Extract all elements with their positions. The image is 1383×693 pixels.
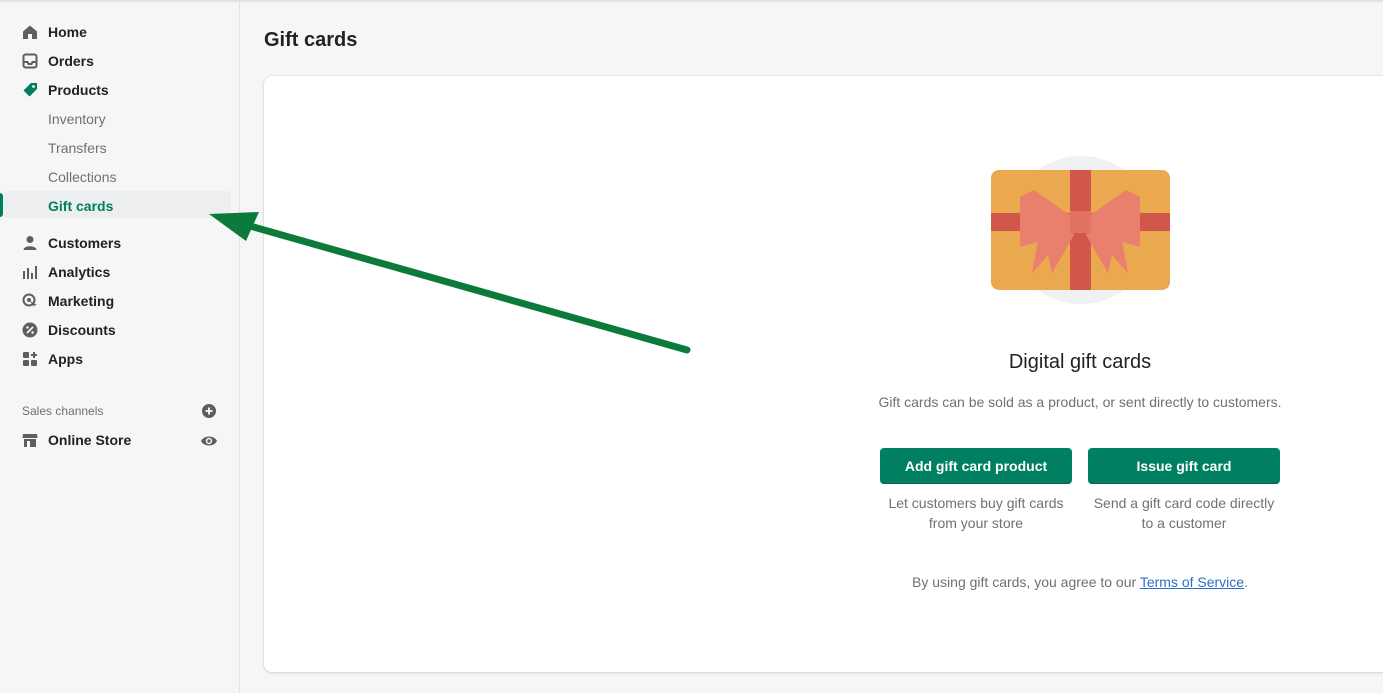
sidebar-item-orders[interactable]: Orders bbox=[0, 46, 239, 75]
sales-channels-title: Sales channels bbox=[22, 404, 104, 418]
discount-icon bbox=[22, 322, 38, 338]
add-sales-channel-icon[interactable] bbox=[201, 403, 217, 419]
sidebar-item-customers[interactable]: Customers bbox=[0, 228, 239, 257]
tag-icon bbox=[22, 82, 38, 98]
sidebar-item-label: Discounts bbox=[48, 321, 116, 338]
add-gift-card-product-help: Let customers buy gift cards from your s… bbox=[888, 495, 1064, 531]
sidebar-item-label: Orders bbox=[48, 52, 94, 69]
sidebar-item-label: Analytics bbox=[48, 263, 111, 280]
person-icon bbox=[22, 235, 38, 251]
target-icon bbox=[22, 293, 38, 309]
store-icon bbox=[22, 432, 38, 448]
terms-suffix: . bbox=[1244, 574, 1248, 590]
page-title: Gift cards bbox=[264, 29, 358, 51]
terms-notice: By using gift cards, you agree to our Te… bbox=[860, 574, 1300, 590]
sidebar-subitem-inventory[interactable]: Inventory bbox=[0, 104, 239, 133]
sidebar-item-apps[interactable]: Apps bbox=[0, 344, 239, 373]
sidebar-subitem-transfers[interactable]: Transfers bbox=[0, 133, 239, 162]
add-gift-card-product-button[interactable]: Add gift card product bbox=[880, 448, 1072, 484]
inbox-icon bbox=[22, 53, 38, 69]
sidebar-subitem-collections[interactable]: Collections bbox=[0, 162, 239, 191]
terms-prefix: By using gift cards, you agree to our bbox=[912, 574, 1140, 590]
empty-state-description: Gift cards can be sold as a product, or … bbox=[878, 394, 1282, 410]
sidebar-subitem-label: Collections bbox=[48, 168, 117, 185]
sidebar-item-home[interactable]: Home bbox=[0, 17, 239, 46]
sidebar-item-marketing[interactable]: Marketing bbox=[0, 286, 239, 315]
sidebar-item-label: Customers bbox=[48, 234, 122, 251]
sidebar-subitem-label: Transfers bbox=[48, 139, 107, 156]
apps-icon bbox=[22, 351, 38, 367]
sidebar-subitem-label: Gift cards bbox=[48, 197, 114, 214]
sidebar-item-label: Marketing bbox=[48, 292, 115, 309]
terms-of-service-link[interactable]: Terms of Service bbox=[1140, 574, 1244, 590]
sidebar-item-analytics[interactable]: Analytics bbox=[0, 257, 239, 286]
gift-card-illustration bbox=[991, 156, 1170, 304]
sidebar-item-discounts[interactable]: Discounts bbox=[0, 315, 239, 344]
sidebar-item-products[interactable]: Products bbox=[0, 75, 239, 104]
sidebar: Home Orders Products Inventory Transfers… bbox=[0, 2, 240, 693]
sidebar-item-label: Apps bbox=[48, 350, 83, 367]
sidebar-subitem-label: Inventory bbox=[48, 110, 106, 127]
sidebar-item-label: Products bbox=[48, 81, 109, 98]
sidebar-item-label: Online Store bbox=[48, 431, 132, 448]
issue-gift-card-button[interactable]: Issue gift card bbox=[1088, 448, 1280, 484]
sidebar-subitem-gift-cards[interactable]: Gift cards bbox=[0, 191, 239, 220]
home-icon bbox=[22, 24, 38, 40]
empty-state-heading: Digital gift cards bbox=[1008, 351, 1152, 373]
bar-chart-icon bbox=[22, 264, 38, 280]
issue-gift-card-help: Send a gift card code directly to a cust… bbox=[1093, 495, 1275, 531]
eye-icon[interactable] bbox=[200, 433, 218, 449]
sidebar-item-label: Home bbox=[48, 23, 87, 40]
